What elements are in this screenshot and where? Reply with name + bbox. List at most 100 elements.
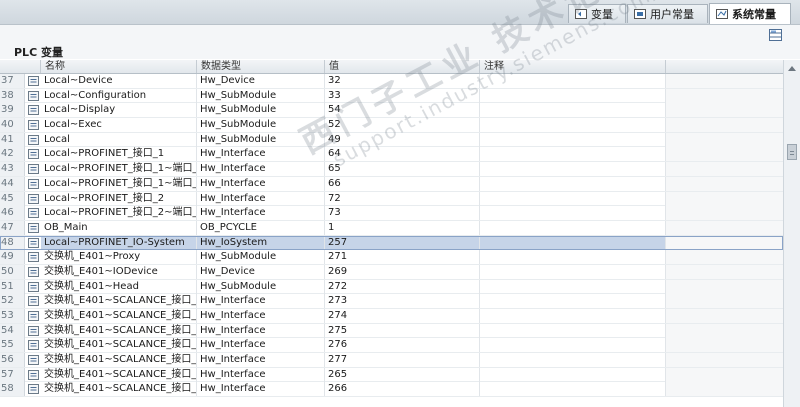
cell-value[interactable]: 272: [325, 279, 480, 294]
cell-value[interactable]: 265: [325, 367, 480, 382]
cell-value[interactable]: 72: [325, 191, 480, 206]
cell-value[interactable]: 49: [325, 132, 480, 147]
cell-type[interactable]: Hw_Interface: [197, 147, 325, 162]
cell-name[interactable]: Local~PROFINET_接口_1~端口_1: [41, 162, 197, 177]
cell-name[interactable]: Local~PROFINET_IO-System: [41, 235, 197, 250]
cell-value[interactable]: 275: [325, 323, 480, 338]
table-row[interactable]: 56 交换机_E401~SCALANCE_接口_... Hw_Interface 27…: [0, 353, 783, 368]
cell-type[interactable]: Hw_SubModule: [197, 118, 325, 133]
table-row[interactable]: 55 交换机_E401~SCALANCE_接口_... Hw_Interface 27…: [0, 338, 783, 354]
cell-type[interactable]: Hw_Interface: [197, 176, 325, 191]
cell-name[interactable]: Local~PROFINET_接口_1~端口_2: [41, 176, 197, 191]
cell-value[interactable]: 1: [325, 220, 480, 235]
table-settings-icon[interactable]: [769, 29, 782, 41]
cell-name[interactable]: 交换机_E401~SCALANCE_接口_...: [41, 382, 197, 397]
cell-type[interactable]: Hw_Interface: [197, 367, 325, 382]
cell-name[interactable]: Local~Device: [41, 74, 197, 88]
table-row[interactable]: 54 交换机_E401~SCALANCE_接口_... Hw_Interface 27…: [0, 323, 783, 339]
cell-name[interactable]: Local~PROFINET_接口_2: [41, 191, 197, 206]
cell-type[interactable]: Hw_Interface: [197, 162, 325, 177]
table-row[interactable]: 38 Local~Configuration Hw_SubModule 33: [0, 88, 783, 104]
cell-name[interactable]: Local~Display: [41, 103, 197, 118]
cell-value[interactable]: 64: [325, 147, 480, 162]
cell-type[interactable]: Hw_SubModule: [197, 250, 325, 265]
table-row[interactable]: 39 Local~Display Hw_SubModule 54: [0, 103, 783, 119]
cell-type[interactable]: Hw_Interface: [197, 323, 325, 338]
scroll-up-icon[interactable]: [788, 66, 796, 71]
table-row[interactable]: 42 Local~PROFINET_接口_1 Hw_Interface 64: [0, 147, 783, 163]
table-row[interactable]: 48 Local~PROFINET_IO-System Hw_IoSystem 257: [0, 235, 783, 251]
cell-comment[interactable]: [480, 74, 666, 88]
cell-comment[interactable]: [480, 118, 666, 133]
cell-type[interactable]: Hw_SubModule: [197, 103, 325, 118]
table-row[interactable]: 47 OB_Main OB_PCYCLE 1: [0, 220, 783, 236]
header-value[interactable]: 值: [325, 60, 480, 73]
cell-name[interactable]: Local~Configuration: [41, 88, 197, 103]
cell-comment[interactable]: [480, 264, 666, 279]
cell-comment[interactable]: [480, 88, 666, 103]
table-row[interactable]: 43 Local~PROFINET_接口_1~端口_1 Hw_Interface 65: [0, 162, 783, 177]
cell-name[interactable]: Local: [41, 132, 197, 147]
cell-name[interactable]: 交换机_E401~SCALANCE_接口_...: [41, 367, 197, 382]
table-row[interactable]: 44 Local~PROFINET_接口_1~端口_2 Hw_Interface 66: [0, 176, 783, 192]
cell-comment[interactable]: [480, 103, 666, 118]
cell-type[interactable]: Hw_Device: [197, 264, 325, 279]
cell-value[interactable]: 65: [325, 162, 480, 177]
table-row[interactable]: 46 Local~PROFINET_接口_2~端口_1 Hw_Interface 73: [0, 206, 783, 221]
cell-comment[interactable]: [480, 250, 666, 265]
cell-comment[interactable]: [480, 191, 666, 206]
cell-comment[interactable]: [480, 338, 666, 353]
cell-name[interactable]: Local~Exec: [41, 118, 197, 133]
cell-name[interactable]: 交换机_E401~SCALANCE_接口_...: [41, 323, 197, 338]
table-row[interactable]: 57 交换机_E401~SCALANCE_接口_... Hw_Interface 26…: [0, 367, 783, 383]
cell-type[interactable]: Hw_IoSystem: [197, 235, 325, 250]
cell-comment[interactable]: [480, 176, 666, 191]
table-row[interactable]: 58 交换机_E401~SCALANCE_接口_... Hw_Interface 26…: [0, 382, 783, 398]
cell-value[interactable]: 66: [325, 176, 480, 191]
cell-name[interactable]: 交换机_E401~SCALANCE_接口_...: [41, 353, 197, 368]
cell-name[interactable]: 交换机_E401~SCALANCE_接口_...: [41, 309, 197, 323]
cell-comment[interactable]: [480, 147, 666, 162]
cell-comment[interactable]: [480, 323, 666, 338]
vertical-scrollbar[interactable]: [783, 60, 800, 407]
cell-comment[interactable]: [480, 367, 666, 382]
table-row[interactable]: 52 交换机_E401~SCALANCE_接口_1 Hw_Interface 273: [0, 294, 783, 309]
cell-name[interactable]: 交换机_E401~IODevice: [41, 264, 197, 279]
cell-type[interactable]: Hw_Interface: [197, 191, 325, 206]
table-row[interactable]: 51 交换机_E401~Head Hw_SubModule 272: [0, 279, 783, 295]
table-row[interactable]: 45 Local~PROFINET_接口_2 Hw_Interface 72: [0, 191, 783, 207]
table-row[interactable]: 53 交换机_E401~SCALANCE_接口_... Hw_Interface 27…: [0, 309, 783, 324]
header-comment[interactable]: 注释: [480, 60, 666, 73]
cell-value[interactable]: 276: [325, 338, 480, 353]
table-row[interactable]: 41 Local Hw_SubModule 49: [0, 132, 783, 148]
table-row[interactable]: 37 Local~Device Hw_Device 32: [0, 74, 783, 89]
cell-value[interactable]: 277: [325, 353, 480, 368]
cell-type[interactable]: Hw_Interface: [197, 294, 325, 309]
header-type[interactable]: 数据类型: [197, 60, 325, 73]
cell-type[interactable]: Hw_SubModule: [197, 279, 325, 294]
table-row[interactable]: 40 Local~Exec Hw_SubModule 52: [0, 118, 783, 133]
cell-type[interactable]: Hw_SubModule: [197, 132, 325, 147]
cell-comment[interactable]: [480, 353, 666, 368]
cell-comment[interactable]: [480, 279, 666, 294]
cell-name[interactable]: OB_Main: [41, 220, 197, 235]
cell-type[interactable]: Hw_Device: [197, 74, 325, 88]
cell-value[interactable]: 73: [325, 206, 480, 221]
cell-value[interactable]: 266: [325, 382, 480, 397]
scroll-thumb[interactable]: [787, 144, 797, 160]
cell-type[interactable]: OB_PCYCLE: [197, 220, 325, 235]
cell-name[interactable]: 交换机_E401~Proxy: [41, 250, 197, 265]
tab-system-constants[interactable]: 系统常量: [709, 3, 791, 24]
cell-value[interactable]: 269: [325, 264, 480, 279]
cell-value[interactable]: 271: [325, 250, 480, 265]
cell-value[interactable]: 257: [325, 235, 480, 250]
cell-type[interactable]: Hw_Interface: [197, 309, 325, 323]
header-name[interactable]: 名称: [41, 60, 197, 73]
cell-comment[interactable]: [480, 309, 666, 323]
table-row[interactable]: 49 交换机_E401~Proxy Hw_SubModule 271: [0, 250, 783, 265]
cell-type[interactable]: Hw_Interface: [197, 353, 325, 368]
tab-variables[interactable]: 变量: [568, 4, 626, 23]
cell-name[interactable]: 交换机_E401~Head: [41, 279, 197, 294]
tab-user-constants[interactable]: 用户常量: [627, 4, 708, 23]
table-row[interactable]: 50 交换机_E401~IODevice Hw_Device 269: [0, 264, 783, 280]
